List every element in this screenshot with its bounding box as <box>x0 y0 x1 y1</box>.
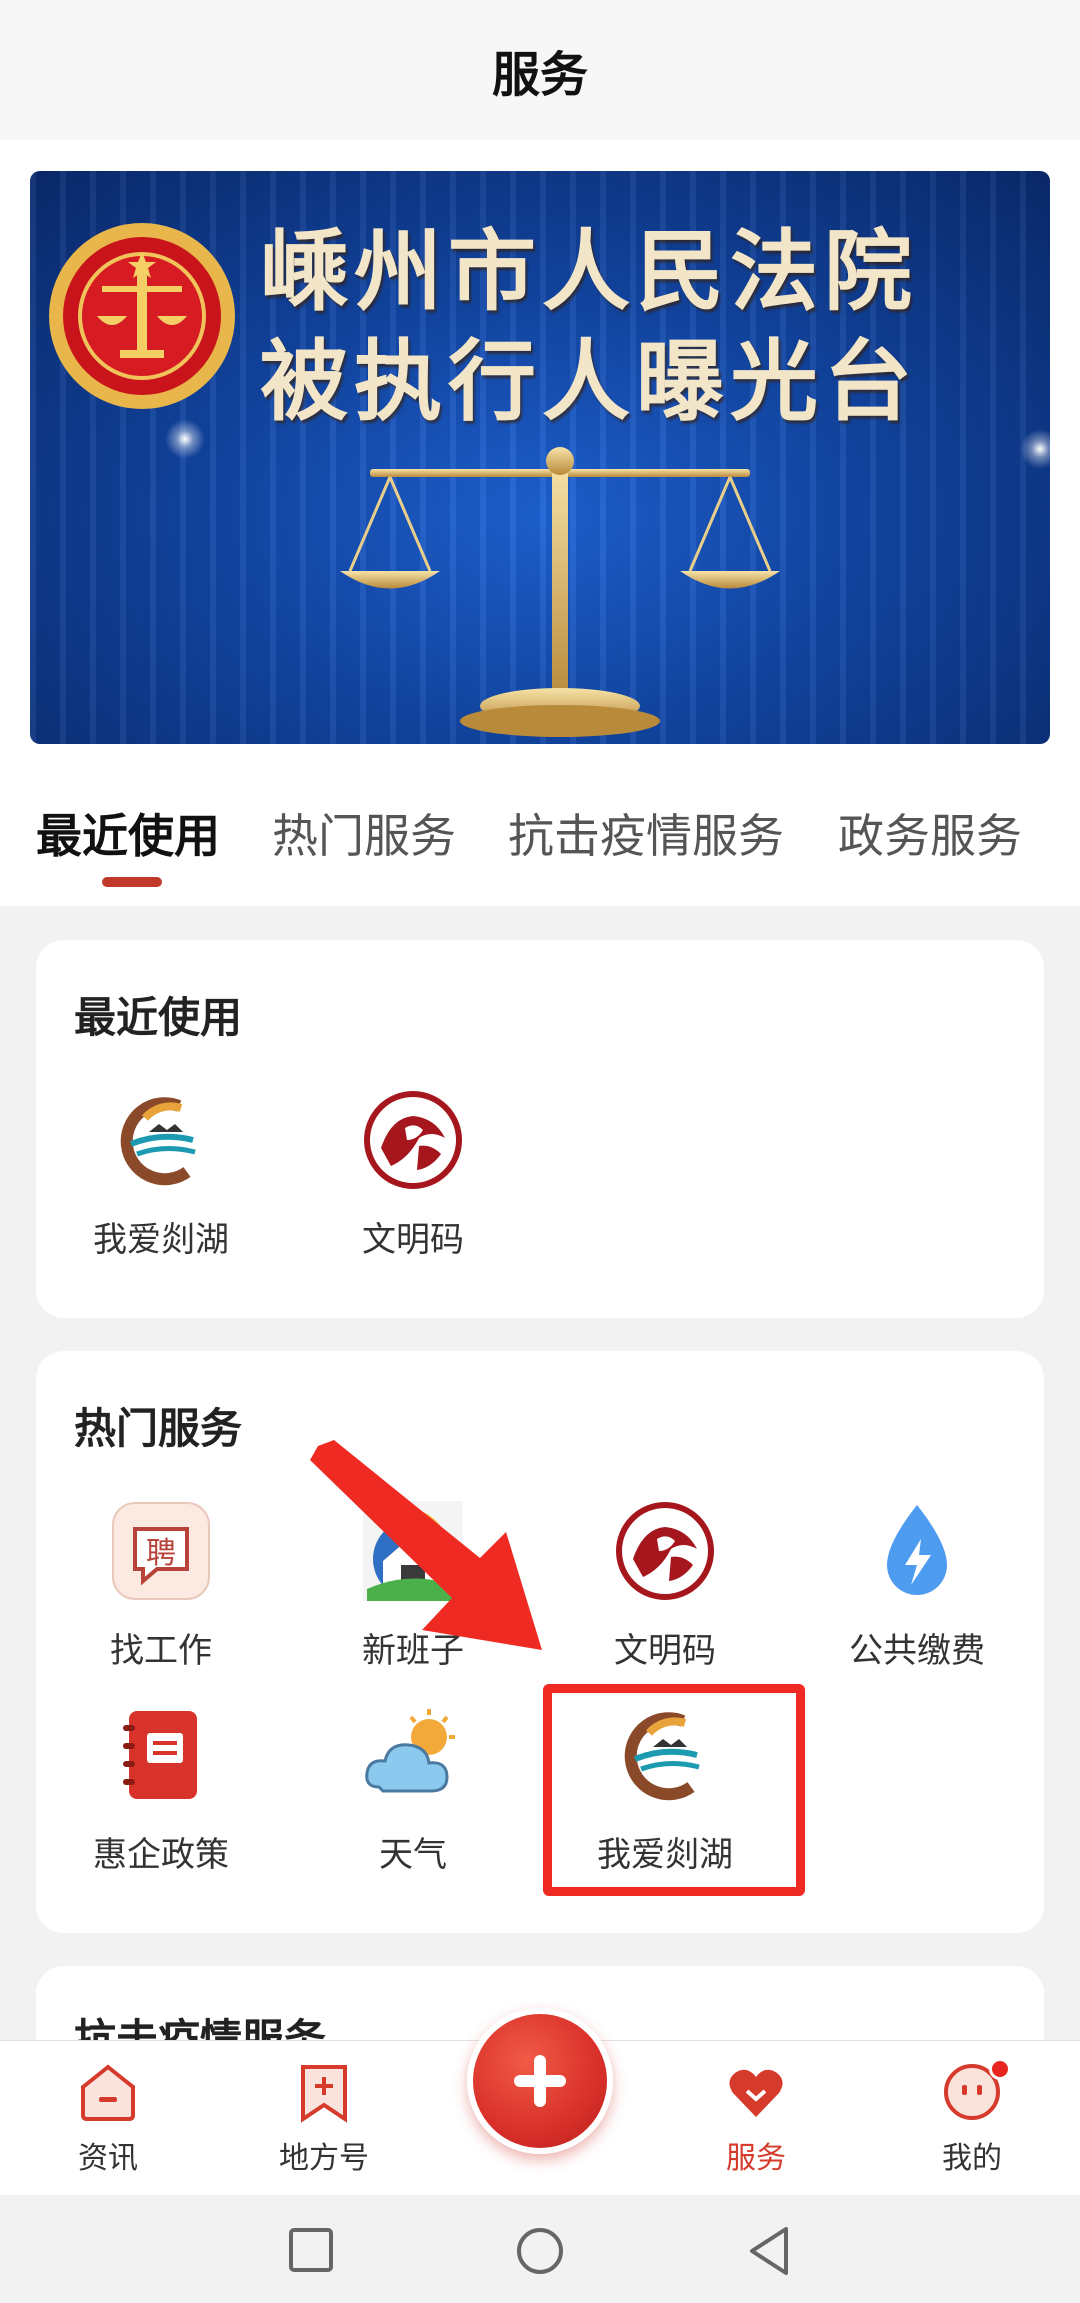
plus-icon <box>514 2055 566 2107</box>
court-emblem-icon <box>49 223 235 409</box>
pointer-arrow-icon <box>310 1440 542 1650</box>
back-icon[interactable] <box>744 2225 794 2277</box>
highlight-box <box>543 1684 805 1896</box>
hot-card-title: 热门服务 <box>74 1404 243 1453</box>
service-label: 文明码 <box>614 1631 716 1671</box>
recruit-icon: 聘 <box>112 1502 210 1600</box>
service-wen-ming-ma[interactable]: 文明码 <box>540 1499 790 1672</box>
nav-me[interactable]: 我的 <box>892 2061 1052 2177</box>
nav-label: 地方号 <box>279 2141 369 2176</box>
tab-government-services[interactable]: 政务服务 <box>838 800 1022 866</box>
tab-epidemic-services[interactable]: 抗击疫情服务 <box>508 800 784 866</box>
service-label: 天气 <box>379 1835 447 1875</box>
nav-news[interactable]: 资讯 <box>28 2061 188 2177</box>
court-banner[interactable]: 嵊州市人民法院 被执行人曝光台 <box>30 171 1050 744</box>
service-tabs: 最近使用 热门服务 抗击疫情服务 政务服务 <box>0 800 1080 890</box>
wen-ming-ma-logo-icon <box>616 1502 714 1600</box>
wo-ai-shan-hu-logo-icon <box>120 1097 196 1186</box>
notification-dot <box>989 2058 1011 2080</box>
page-title: 服务 <box>491 47 588 103</box>
publish-button[interactable] <box>467 2008 613 2154</box>
recent-card: 最近使用 我爱剡湖 文明码 <box>36 940 1044 1318</box>
tab-recent[interactable]: 最近使用 <box>36 800 220 866</box>
bookmark-plus-icon <box>301 2065 347 2123</box>
recent-card-title: 最近使用 <box>74 993 243 1042</box>
service-wo-ai-shan-hu[interactable]: 我爱剡湖 <box>36 1088 286 1261</box>
service-label: 找工作 <box>110 1631 212 1671</box>
service-label: 惠企政策 <box>93 1835 229 1875</box>
weather-cloud-sun-icon <box>365 1709 455 1793</box>
banner-sparkle <box>1020 429 1050 469</box>
banner-line-2: 被执行人曝光台 <box>260 329 919 433</box>
balance-scale-icon <box>340 447 780 737</box>
service-find-job[interactable]: 聘 找工作 <box>36 1499 286 1672</box>
banner-sparkle <box>165 419 205 459</box>
wen-ming-ma-logo-icon <box>364 1091 462 1189</box>
top-bar: 服务 <box>0 0 1080 140</box>
service-wen-ming-ma[interactable]: 文明码 <box>288 1088 538 1261</box>
home-icon[interactable] <box>514 2225 566 2277</box>
recent-apps-icon[interactable] <box>286 2225 336 2275</box>
service-label: 文明码 <box>362 1220 464 1260</box>
system-nav-bar <box>0 2195 1080 2303</box>
water-drop-bolt-icon <box>887 1505 947 1595</box>
tab-hot-services[interactable]: 热门服务 <box>272 800 456 866</box>
nav-label: 资讯 <box>78 2141 138 2176</box>
svg-text:聘: 聘 <box>146 1536 176 1571</box>
nav-local-accounts[interactable]: 地方号 <box>244 2061 404 2177</box>
tab-active-indicator <box>102 877 162 887</box>
service-public-payment[interactable]: 公共缴费 <box>792 1499 1042 1672</box>
news-icon <box>81 2064 135 2121</box>
notebook-icon <box>123 1711 197 1799</box>
heart-icon <box>729 2069 783 2117</box>
nav-services[interactable]: 服务 <box>676 2061 836 2177</box>
banner-line-1: 嵊州市人民法院 <box>260 219 919 323</box>
nav-label: 服务 <box>726 2141 786 2176</box>
service-weather[interactable]: 天气 <box>288 1703 538 1876</box>
service-label: 公共缴费 <box>849 1631 985 1671</box>
service-enterprise-policy[interactable]: 惠企政策 <box>36 1703 286 1876</box>
nav-label: 我的 <box>942 2141 1002 2176</box>
service-label: 我爱剡湖 <box>93 1220 229 1260</box>
